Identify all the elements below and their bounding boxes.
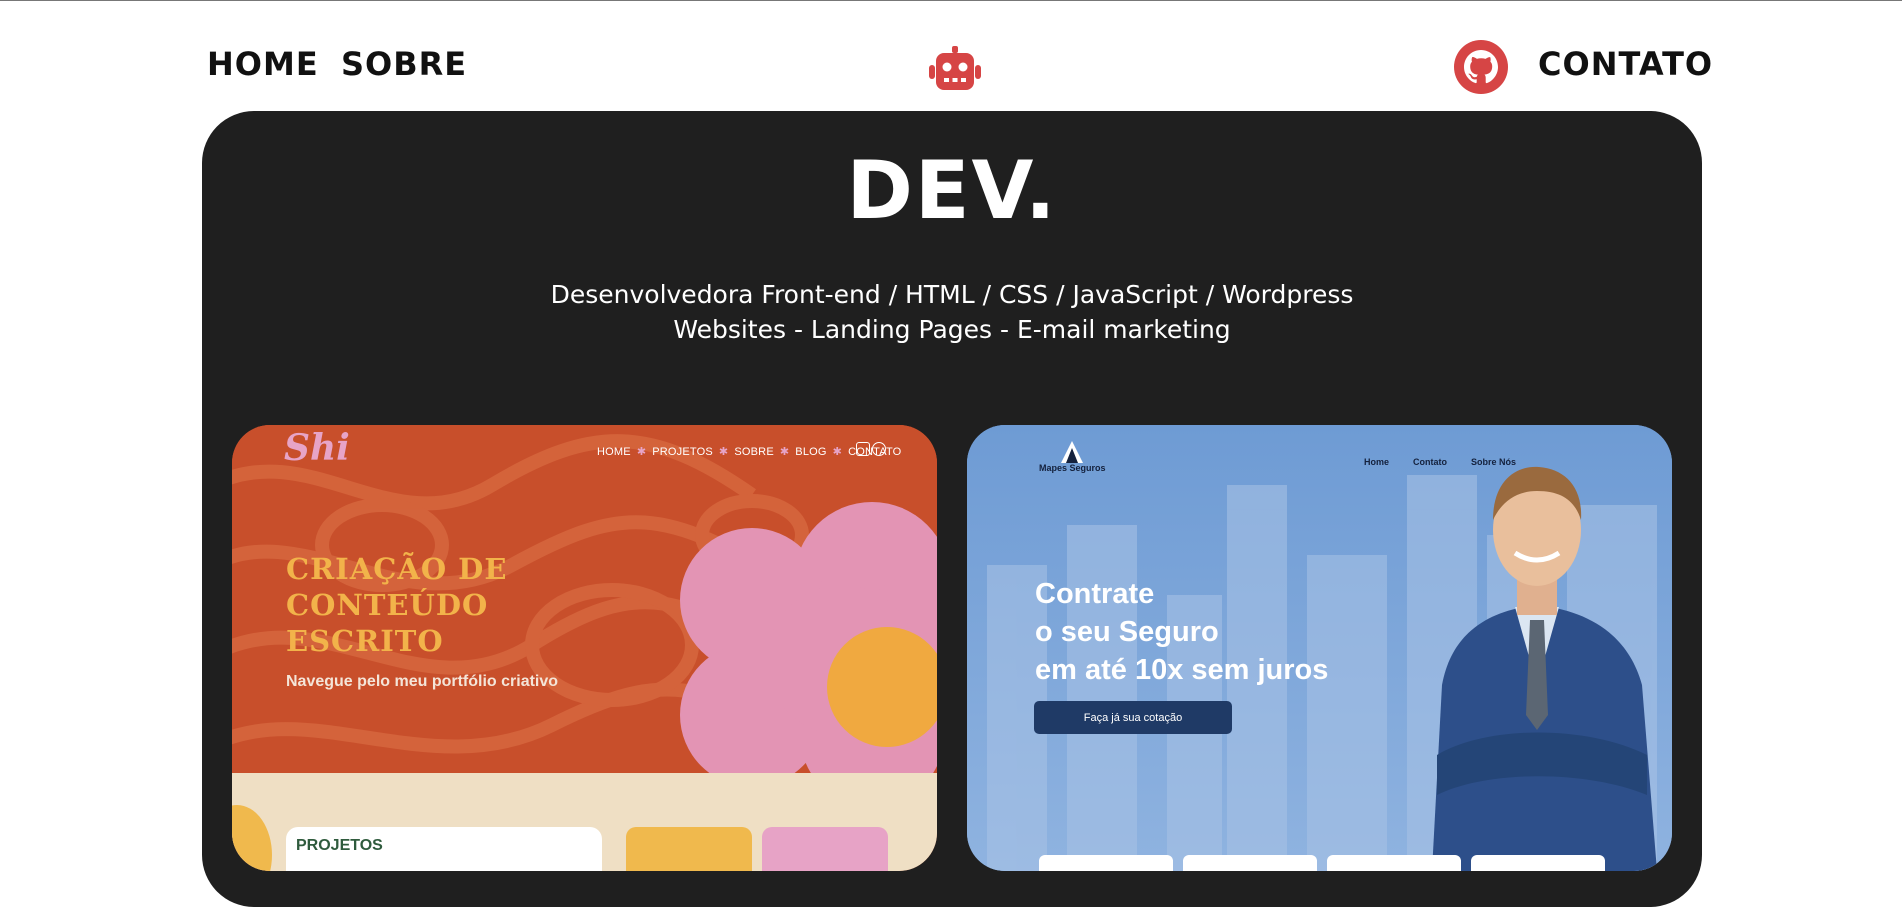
headline-line: CONTEÚDO (286, 588, 489, 622)
github-icon[interactable] (1454, 40, 1508, 94)
card2-headline: Contrate o seu Seguro em até 10x sem jur… (1035, 575, 1328, 689)
brand-title: DEV. (846, 144, 1058, 237)
card1-menu-item: HOME (597, 445, 631, 458)
card2-feature-tab (1039, 855, 1173, 871)
card1-thumbnail (626, 827, 752, 871)
top-nav: HOME SOBRE CONTATO (0, 0, 1902, 110)
card2-logo-text: Mapes Seguros (1039, 463, 1106, 473)
headline-line: o seu Seguro (1035, 616, 1219, 648)
card1-menu-item: PROJETOS (652, 445, 713, 458)
project-card-seguros[interactable]: Mapes Seguros Home Contato Sobre Nós Con… (967, 425, 1672, 871)
card2-feature-tab (1183, 855, 1317, 871)
card2-feature-tab (1327, 855, 1461, 871)
headline-line: ESCRITO (286, 624, 444, 658)
subtitle-line-1: Desenvolvedora Front-end / HTML / CSS / … (550, 280, 1354, 309)
nav-home-link[interactable]: HOME (207, 44, 319, 84)
card1-projects-label: PROJETOS (296, 837, 383, 854)
menu-separator: ✱ (718, 446, 729, 458)
instagram-icon (872, 442, 886, 456)
nav-contato-link[interactable]: CONTATO (1538, 44, 1713, 84)
card2-feature-tab (1471, 855, 1605, 871)
subtitle-line-2: Websites - Landing Pages - E-mail market… (673, 315, 1231, 344)
card1-tagline: Navegue pelo meu portfólio criativo (286, 673, 559, 690)
card1-thumbnail (762, 827, 888, 871)
linkedin-icon (856, 442, 870, 456)
mapes-logo-icon (1061, 441, 1083, 463)
menu-separator: ✱ (636, 446, 647, 458)
card1-hero-bg: Shi HOME ✱ PROJETOS ✱ SOBRE ✱ BLOG ✱ CON… (232, 425, 937, 773)
headline-line: CRIAÇÃO DE (286, 552, 508, 586)
hero-panel: DEV. Desenvolvedora Front-end / HTML / C… (202, 111, 1702, 907)
menu-separator: ✱ (779, 446, 790, 458)
card1-headline: CRIAÇÃO DE CONTEÚDO ESCRITO (286, 551, 507, 659)
project-card-portfolio[interactable]: Shi HOME ✱ PROJETOS ✱ SOBRE ✱ BLOG ✱ CON… (232, 425, 937, 871)
card1-logo: Shi (284, 427, 350, 469)
card2-menu-item: Home (1364, 457, 1390, 467)
card2-quote-button[interactable]: Faça já sua cotação (1034, 701, 1232, 734)
hero-subtitle: Desenvolvedora Front-end / HTML / CSS / … (202, 277, 1702, 347)
menu-separator: ✱ (832, 446, 843, 458)
card1-menu-item: BLOG (795, 445, 827, 458)
headline-line: em até 10x sem juros (1035, 654, 1329, 686)
nav-sobre-link[interactable]: SOBRE (341, 44, 467, 84)
headline-line: Contrate (1035, 578, 1155, 610)
robot-icon[interactable] (928, 46, 982, 92)
card1-menu-item: SOBRE (734, 445, 774, 458)
businessman-image (1432, 466, 1657, 871)
